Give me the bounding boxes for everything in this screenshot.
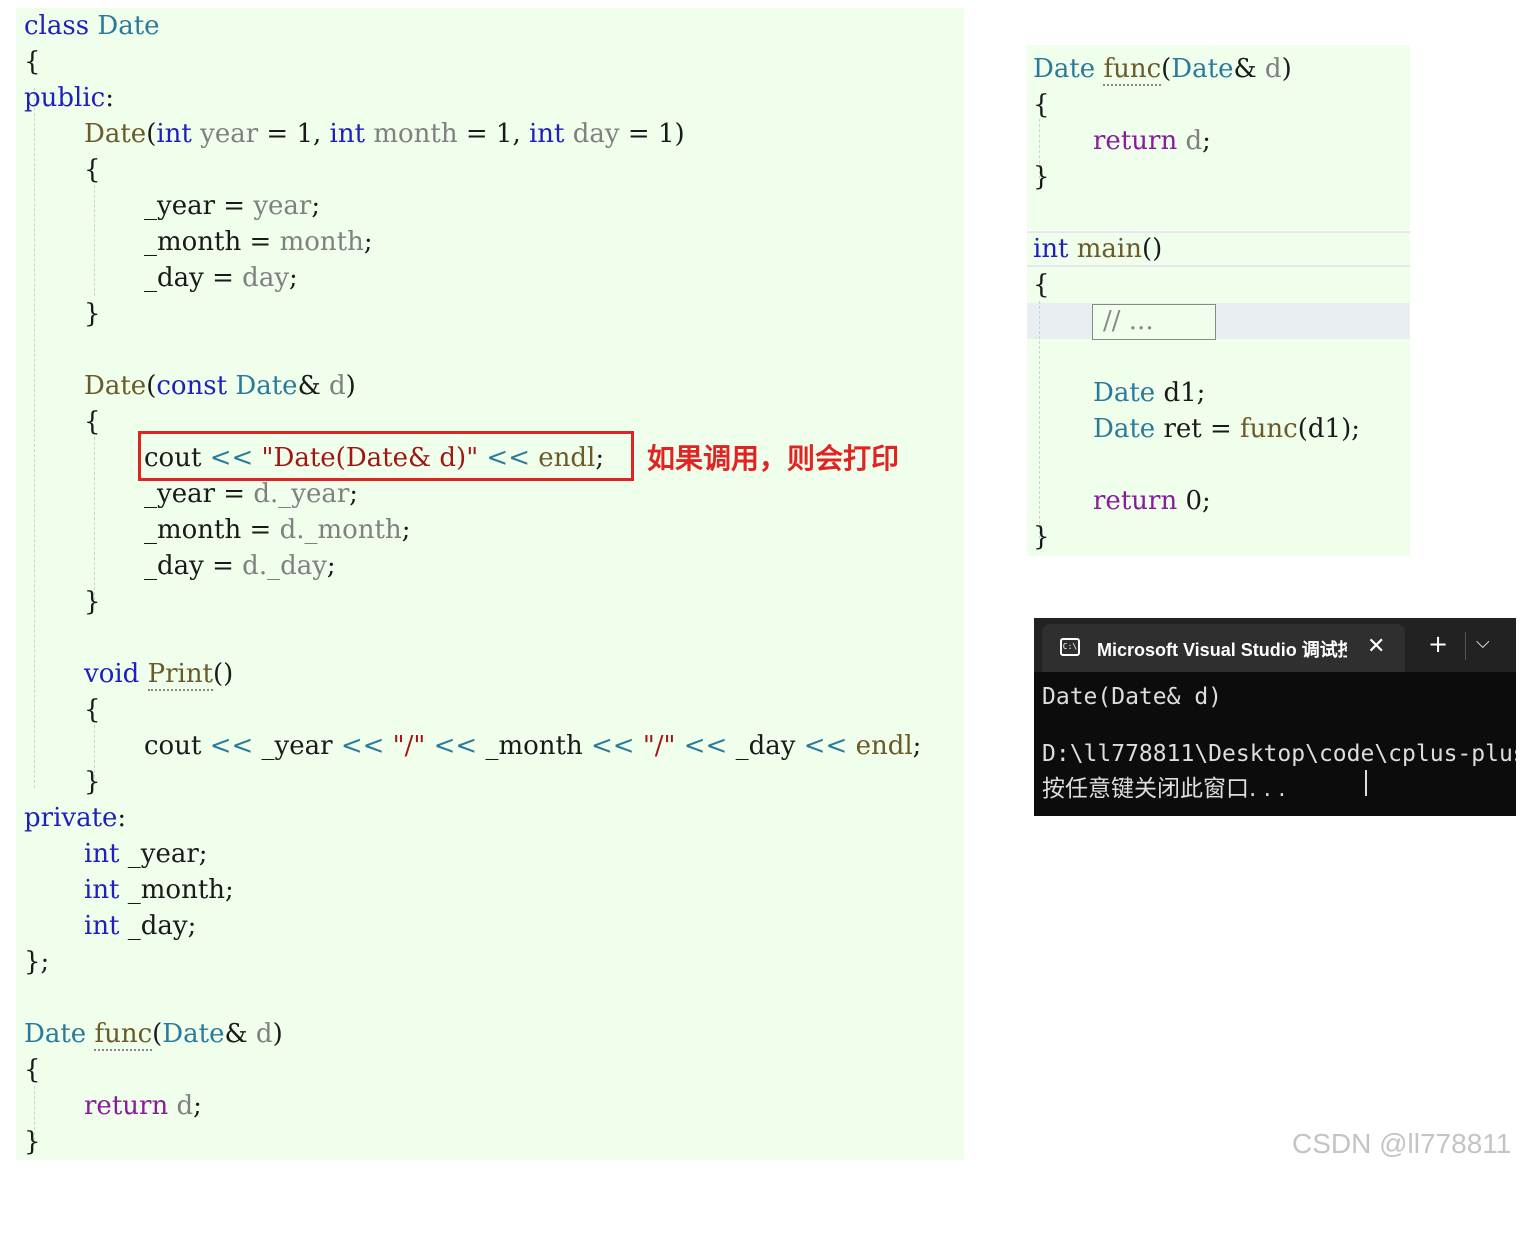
- class-code-panel: class Date { public: Date(int year = 1, …: [16, 8, 964, 1160]
- code-line: }: [84, 587, 101, 617]
- code-line: _year = d._year;: [144, 479, 359, 509]
- code-line: _day = day;: [144, 263, 298, 293]
- code-line: int _month;: [84, 875, 234, 905]
- main-code-panel: int main() { // ... Date d1; Date ret = …: [1027, 231, 1410, 556]
- code-line: _year = year;: [144, 191, 321, 221]
- watermark: CSDN @ll778811: [1292, 1128, 1512, 1159]
- code-line: private:: [24, 803, 127, 833]
- annotation-text: 如果调用，则会打印: [647, 442, 900, 475]
- code-line: int _day;: [84, 911, 197, 941]
- print-signature: void Print(): [84, 659, 234, 691]
- code-line: {: [24, 47, 41, 77]
- tab-title: Microsoft Visual Studio 调试控制台: [1097, 640, 1347, 660]
- func-signature: Date func(Date& d): [1033, 54, 1292, 86]
- code-line: }: [24, 1127, 41, 1157]
- highlight-box: [138, 431, 634, 481]
- debug-console-window[interactable]: C:\ Microsoft Visual Studio 调试控制台 ✕ + ⌵ …: [1034, 618, 1516, 816]
- code-line: Date ret = func(d1);: [1093, 414, 1360, 444]
- code-line: };: [24, 947, 50, 977]
- indent-guide: [94, 432, 95, 600]
- code-line: {: [84, 407, 101, 437]
- code-line: }: [84, 299, 101, 329]
- code-line: return d;: [1093, 126, 1211, 156]
- code-line: class Date: [24, 11, 160, 41]
- add-tab-icon[interactable]: +: [1428, 630, 1448, 658]
- main-signature: int main(): [1033, 234, 1163, 264]
- code-line: }: [84, 767, 101, 797]
- folded-region-bg: [1027, 303, 1410, 339]
- code-line: _month = month;: [144, 227, 373, 257]
- indent-guide: [34, 88, 35, 788]
- close-icon[interactable]: ✕: [1367, 634, 1385, 659]
- code-line: return 0;: [1093, 486, 1211, 516]
- func-code-panel: Date func(Date& d) { return d; }: [1027, 45, 1410, 230]
- console-output-line: D:\ll778811\Desktop\code\cplus-plus: [1042, 741, 1516, 767]
- chevron-down-icon[interactable]: ⌵: [1476, 632, 1490, 653]
- cout-print-line: cout << _year << "/" << _month << "/" <<…: [144, 731, 922, 761]
- constructor-signature: Date(int year = 1, int month = 1, int da…: [84, 119, 685, 149]
- code-line: {: [84, 155, 101, 185]
- code-line: }: [1033, 522, 1050, 552]
- console-output-line: 按任意键关闭此窗口. . .: [1042, 776, 1286, 802]
- code-line: }: [1033, 162, 1050, 192]
- indent-guide: [1039, 301, 1040, 539]
- console-output-line: Date(Date& d): [1042, 684, 1223, 710]
- code-line: {: [1033, 270, 1050, 300]
- text-cursor: [1365, 770, 1367, 796]
- tab-separator: [1465, 632, 1466, 660]
- func-signature: Date func(Date& d): [24, 1019, 283, 1051]
- code-line: Date d1;: [1093, 378, 1206, 408]
- code-line: _month = d._month;: [144, 515, 411, 545]
- console-icon: C:\: [1060, 638, 1080, 656]
- code-line: {: [24, 1055, 41, 1085]
- tab-debug-console[interactable]: C:\ Microsoft Visual Studio 调试控制台 ✕: [1042, 624, 1405, 672]
- code-line: public:: [24, 83, 114, 113]
- code-line: {: [84, 695, 101, 725]
- collapsed-comment-block[interactable]: // ...: [1092, 304, 1216, 340]
- indent-guide: [94, 180, 95, 296]
- code-line: return d;: [84, 1091, 202, 1121]
- code-line: int _year;: [84, 839, 208, 869]
- copy-constructor-signature: Date(const Date& d): [84, 371, 356, 401]
- tab-strip: C:\ Microsoft Visual Studio 调试控制台 ✕ + ⌵: [1034, 618, 1516, 672]
- code-line: {: [1033, 90, 1050, 120]
- code-line: _day = d._day;: [144, 551, 336, 581]
